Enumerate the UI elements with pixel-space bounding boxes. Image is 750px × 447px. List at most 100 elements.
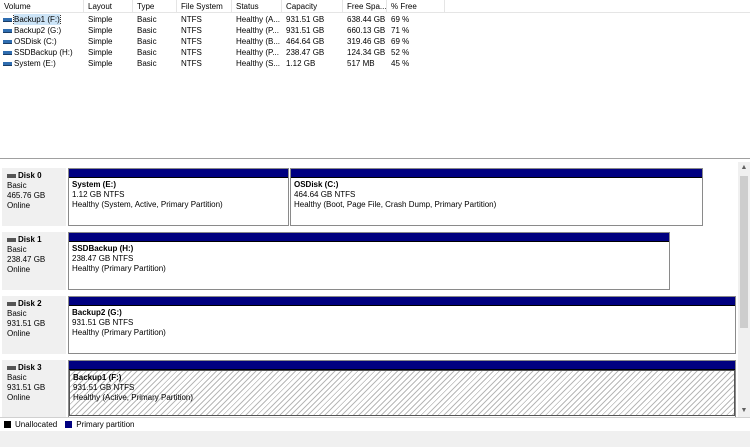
volume-row[interactable]: System (E:) Simple Basic NTFS Healthy (S… xyxy=(0,58,420,69)
percent-free-cell: 69 % xyxy=(391,15,410,24)
disk-name: Disk 0 xyxy=(18,171,42,180)
disk-type: Basic xyxy=(7,245,27,254)
disk-icon xyxy=(7,174,16,178)
volume-row[interactable]: Backup2 (G:) Simple Basic NTFS Healthy (… xyxy=(0,25,420,36)
column-header-status[interactable]: Status xyxy=(232,0,282,13)
volume-name: Backup1 (F:) xyxy=(13,14,61,25)
disk-row: Disk 1 Basic 238.47 GB Online SSDBackup … xyxy=(0,230,738,292)
disk-row: Disk 0 Basic 465.76 GB Online System (E:… xyxy=(0,166,738,228)
disk-icon xyxy=(7,238,16,242)
partition-title: System (E:) xyxy=(72,180,117,189)
volume-name: System (E:) xyxy=(14,59,56,68)
volume-name: OSDisk (C:) xyxy=(14,37,57,46)
file-system-cell: NTFS xyxy=(181,15,202,24)
capacity-cell: 1.12 GB xyxy=(286,59,316,68)
disk-size: 931.51 GB xyxy=(7,319,46,328)
disk-label[interactable]: Disk 3 Basic 931.51 GB Online xyxy=(2,360,66,417)
disk-type: Basic xyxy=(7,309,27,318)
partition[interactable]: Backup1 (F:) 931.51 GB NTFS Healthy (Act… xyxy=(68,360,736,417)
partition-size: 238.47 GB NTFS xyxy=(72,254,134,263)
partition-status: Healthy (Active, Primary Partition) xyxy=(73,393,194,402)
free-space-cell: 124.34 GB xyxy=(347,48,386,57)
partition-status: Healthy (Boot, Page File, Crash Dump, Pr… xyxy=(294,200,497,209)
scroll-down-icon[interactable]: ▼ xyxy=(738,405,750,417)
percent-free-cell: 71 % xyxy=(391,26,410,35)
column-header-volume[interactable]: Volume xyxy=(0,0,84,13)
primary-partition-bar xyxy=(69,233,669,242)
disk-size: 931.51 GB xyxy=(7,383,46,392)
free-space-cell: 517 MB xyxy=(347,59,375,68)
type-cell: Basic xyxy=(137,26,157,35)
file-system-cell: NTFS xyxy=(181,37,202,46)
status-cell: Healthy (P... xyxy=(236,48,279,57)
disk-row: Disk 2 Basic 931.51 GB Online Backup2 (G… xyxy=(0,294,738,356)
disk-icon xyxy=(7,302,16,306)
scrollbar-thumb[interactable] xyxy=(740,176,748,328)
legend-label: Primary partition xyxy=(76,420,135,429)
partition-status: Healthy (Primary Partition) xyxy=(72,328,166,337)
column-header-capacity[interactable]: Capacity xyxy=(282,0,343,13)
disk-row: Disk 3 Basic 931.51 GB Online Backup1 (F… xyxy=(0,358,738,417)
disk-size: 465.76 GB xyxy=(7,191,46,200)
status-cell: Healthy (S... xyxy=(236,59,281,68)
unallocated-swatch xyxy=(4,421,11,428)
capacity-cell: 464.64 GB xyxy=(286,37,325,46)
disk-icon xyxy=(7,366,16,370)
disk-name: Disk 1 xyxy=(18,235,42,244)
column-header-free-space[interactable]: Free Spa... xyxy=(343,0,387,13)
volume-list[interactable]: Volume Layout Type File System Status Ca… xyxy=(0,0,750,159)
primary-partition-bar xyxy=(291,169,702,178)
disk-name: Disk 2 xyxy=(18,299,42,308)
volume-row[interactable]: OSDisk (C:) Simple Basic NTFS Healthy (B… xyxy=(0,36,420,47)
status-cell: Healthy (B... xyxy=(236,37,281,46)
partition-title: Backup2 (G:) xyxy=(72,308,122,317)
partition-size: 931.51 GB NTFS xyxy=(72,318,134,327)
partition-status: Healthy (Primary Partition) xyxy=(72,264,166,273)
primary-partition-swatch xyxy=(65,421,73,428)
partition[interactable]: System (E:) 1.12 GB NTFS Healthy (System… xyxy=(68,168,289,226)
capacity-cell: 931.51 GB xyxy=(286,26,325,35)
partition[interactable]: OSDisk (C:) 464.64 GB NTFS Healthy (Boot… xyxy=(290,168,703,226)
type-cell: Basic xyxy=(137,48,157,57)
file-system-cell: NTFS xyxy=(181,26,202,35)
percent-free-cell: 45 % xyxy=(391,59,410,68)
free-space-cell: 638.44 GB xyxy=(347,15,386,24)
disk-label[interactable]: Disk 0 Basic 465.76 GB Online xyxy=(2,168,66,226)
volume-row[interactable]: Backup1 (F:) Simple Basic NTFS Healthy (… xyxy=(0,14,420,25)
partition-title: SSDBackup (H:) xyxy=(72,244,134,253)
partition[interactable]: SSDBackup (H:) 238.47 GB NTFS Healthy (P… xyxy=(68,232,670,290)
scroll-up-icon[interactable]: ▲ xyxy=(738,162,750,174)
volume-row[interactable]: SSDBackup (H:) Simple Basic NTFS Healthy… xyxy=(0,47,420,58)
disk-type: Basic xyxy=(7,181,27,190)
legend: Unallocated Primary partition xyxy=(0,417,750,431)
legend-item-primary: Primary partition xyxy=(65,420,135,429)
column-header-layout[interactable]: Layout xyxy=(84,0,133,13)
volume-icon xyxy=(3,17,12,22)
partition-size: 464.64 GB NTFS xyxy=(294,190,356,199)
disk-label[interactable]: Disk 2 Basic 931.51 GB Online xyxy=(2,296,66,354)
volume-name: Backup2 (G:) xyxy=(14,26,62,35)
volume-icon xyxy=(3,28,12,33)
disk-status: Online xyxy=(7,265,31,274)
partition[interactable]: Backup2 (G:) 931.51 GB NTFS Healthy (Pri… xyxy=(68,296,736,354)
vertical-scrollbar[interactable]: ▲ ▼ xyxy=(738,162,750,417)
layout-cell: Simple xyxy=(88,37,113,46)
status-cell: Healthy (P... xyxy=(236,26,279,35)
column-header-file-system[interactable]: File System xyxy=(177,0,232,13)
volume-icon xyxy=(3,39,12,44)
disk-label[interactable]: Disk 1 Basic 238.47 GB Online xyxy=(2,232,66,290)
primary-partition-bar xyxy=(69,169,288,178)
percent-free-cell: 69 % xyxy=(391,37,410,46)
layout-cell: Simple xyxy=(88,26,113,35)
partition-title: OSDisk (C:) xyxy=(294,180,339,189)
partition-status: Healthy (System, Active, Primary Partiti… xyxy=(72,200,223,209)
column-header-percent-free[interactable]: % Free xyxy=(387,0,445,13)
capacity-cell: 238.47 GB xyxy=(286,48,325,57)
type-cell: Basic xyxy=(137,37,157,46)
volume-cell: SSDBackup (H:) xyxy=(0,47,84,58)
status-cell: Healthy (A... xyxy=(236,15,281,24)
legend-label: Unallocated xyxy=(15,420,58,429)
disk-graphical-view[interactable]: Disk 0 Basic 465.76 GB Online System (E:… xyxy=(0,162,738,417)
file-system-cell: NTFS xyxy=(181,59,202,68)
column-header-type[interactable]: Type xyxy=(133,0,177,13)
